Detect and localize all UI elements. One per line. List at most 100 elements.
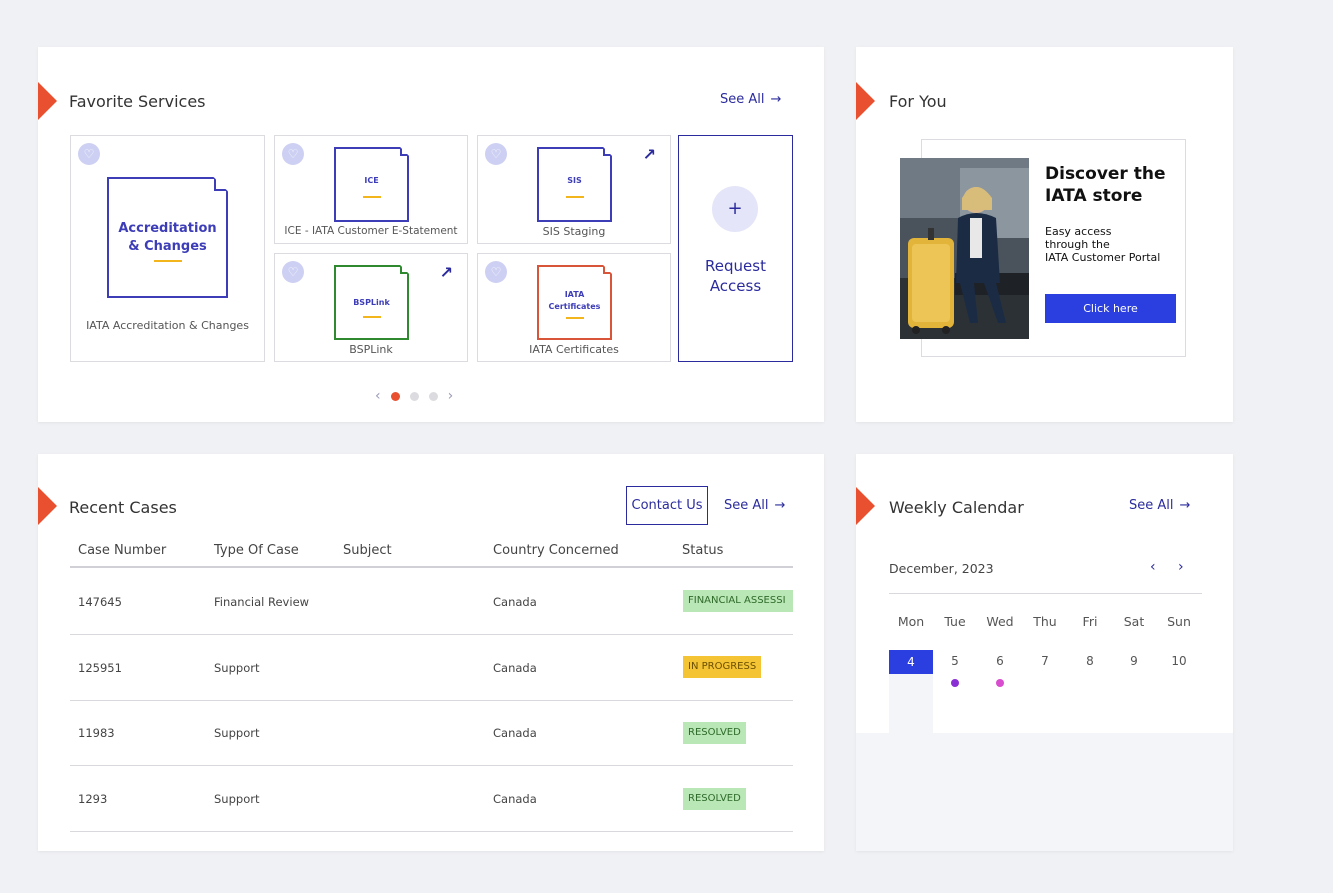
traveler-illustration-icon (900, 158, 1029, 339)
promo-photo (900, 158, 1029, 339)
contact-us-button[interactable]: Contact Us (626, 486, 708, 525)
day-of-week-label: Sat (1123, 614, 1145, 629)
case-country-cell: Canada (493, 661, 537, 675)
case-type-cell: Support (214, 792, 260, 806)
status-badge: IN PROGRESS (683, 656, 762, 678)
request-access-button[interactable]: + Request Access (678, 135, 793, 362)
pager-dot[interactable] (390, 391, 400, 401)
case-country-cell: Canada (493, 726, 537, 740)
case-number-cell[interactable]: 147645 (78, 595, 122, 609)
document-icon: SIS (537, 147, 612, 222)
case-type-cell: Support (214, 661, 260, 675)
for-you-card: For You Discover the IATA store Easy acc… (856, 47, 1233, 422)
calendar-day[interactable]: 10 (1157, 654, 1201, 668)
case-number-cell[interactable]: 1293 (78, 792, 107, 806)
case-country-cell: Canada (493, 595, 537, 609)
external-link-icon[interactable]: ↗ (643, 145, 656, 164)
promo-text: through the (1045, 238, 1110, 251)
favorite-heart-icon[interactable]: ♡ (282, 143, 304, 165)
event-dot (951, 679, 959, 687)
doc-underline (565, 196, 584, 198)
pager-dot[interactable] (409, 391, 419, 401)
col-header-type[interactable]: Type Of Case (214, 543, 299, 558)
promo-title: Discover the (1045, 164, 1166, 184)
favorite-services-card: Favorite Services See All → ♡ Accreditati… (38, 47, 824, 422)
for-you-title: For You (889, 92, 947, 111)
status-badge: RESOLVED (683, 788, 746, 810)
calendar-day[interactable]: 6 (978, 654, 1022, 668)
calendar-month-label: December, 2023 (889, 561, 994, 576)
case-number-cell[interactable]: 11983 (78, 726, 115, 740)
section-flag-icon (38, 82, 57, 120)
section-flag-icon (856, 487, 875, 525)
case-type-cell: Support (214, 726, 260, 740)
external-link-icon[interactable]: ↗ (440, 263, 453, 282)
chevron-left-icon[interactable]: ‹ (375, 388, 381, 404)
see-all-label: See All (720, 92, 765, 107)
promo-title: IATA store (1045, 186, 1143, 206)
service-tile-certificates[interactable]: ♡ IATA Certificates IATA Certificates (477, 253, 671, 362)
service-tile-ice[interactable]: ♡ ICE ICE - IATA Customer E-Statement (274, 135, 468, 244)
pager-dot[interactable] (428, 391, 438, 401)
doc-underline (362, 316, 381, 318)
doc-underline (565, 317, 584, 319)
service-tile-accreditation[interactable]: ♡ Accreditation & Changes IATA Accredita… (70, 135, 265, 362)
favorite-heart-icon[interactable]: ♡ (282, 261, 304, 283)
doc-underline (362, 196, 381, 198)
doc-label: & Changes (128, 239, 207, 254)
col-header-status[interactable]: Status (682, 543, 723, 558)
document-icon: Accreditation & Changes (107, 177, 228, 298)
status-badge: RESOLVED (683, 722, 746, 744)
table-header-divider (70, 566, 793, 568)
recent-cases-title: Recent Cases (69, 498, 177, 517)
promo-text: IATA Customer Portal (1045, 251, 1161, 264)
case-type-cell: Financial Review (214, 595, 310, 609)
row-divider (70, 831, 793, 832)
col-header-country[interactable]: Country Concerned (493, 543, 619, 558)
favorite-services-title: Favorite Services (69, 92, 206, 111)
tile-caption: SIS Staging (542, 225, 606, 238)
request-access-label: Request (705, 257, 766, 275)
doc-label: Accreditation (118, 221, 217, 236)
favorite-heart-icon[interactable]: ♡ (485, 143, 507, 165)
favorites-see-all-link[interactable]: See All → (720, 92, 781, 107)
calendar-day[interactable]: 8 (1068, 654, 1112, 668)
promo-text: Easy access (1045, 225, 1112, 238)
tile-caption: IATA Accreditation & Changes (86, 319, 249, 332)
calendar-day-today[interactable]: 4 (889, 650, 933, 674)
favorite-heart-icon[interactable]: ♡ (78, 143, 100, 165)
col-header-case-number[interactable]: Case Number (78, 543, 166, 558)
arrow-right-icon: → (1179, 498, 1191, 513)
col-header-subject[interactable]: Subject (343, 543, 392, 558)
document-icon: IATA Certificates (537, 265, 612, 340)
service-tile-bsplink[interactable]: ♡ ↗ BSPLink BSPLink (274, 253, 468, 362)
doc-underline (153, 260, 182, 262)
arrow-right-icon: → (770, 92, 782, 107)
doc-label: BSPLink (353, 298, 390, 307)
calendar-see-all-link[interactable]: See All → (1129, 498, 1190, 513)
promo-click-here-button[interactable]: Click here (1045, 294, 1176, 323)
chevron-right-icon[interactable]: › (448, 388, 454, 404)
recent-cases-card: Recent Cases Contact Us See All → Case Nu… (38, 454, 824, 851)
doc-label: SIS (567, 176, 582, 185)
chevron-right-icon[interactable]: › (1178, 559, 1184, 575)
row-divider (70, 765, 793, 766)
calendar-day[interactable]: 5 (933, 654, 977, 668)
favorite-heart-icon[interactable]: ♡ (485, 261, 507, 283)
service-tile-sis[interactable]: ♡ ↗ SIS SIS Staging (477, 135, 671, 244)
plus-icon: + (712, 186, 758, 232)
calendar-divider (889, 593, 1202, 594)
day-of-week-label: Wed (986, 614, 1014, 629)
tile-caption: IATA Certificates (529, 343, 619, 356)
document-icon: BSPLink (334, 265, 409, 340)
cases-see-all-link[interactable]: See All → (724, 498, 785, 513)
see-all-label: See All (724, 498, 769, 513)
calendar-day[interactable]: 7 (1023, 654, 1067, 668)
request-access-label: Access (709, 277, 762, 295)
day-of-week-label: Sun (1167, 614, 1191, 629)
section-flag-icon (856, 82, 875, 120)
case-number-cell[interactable]: 125951 (78, 661, 122, 675)
chevron-left-icon[interactable]: ‹ (1150, 559, 1156, 575)
calendar-day[interactable]: 9 (1112, 654, 1156, 668)
doc-label: IATA (564, 290, 585, 299)
